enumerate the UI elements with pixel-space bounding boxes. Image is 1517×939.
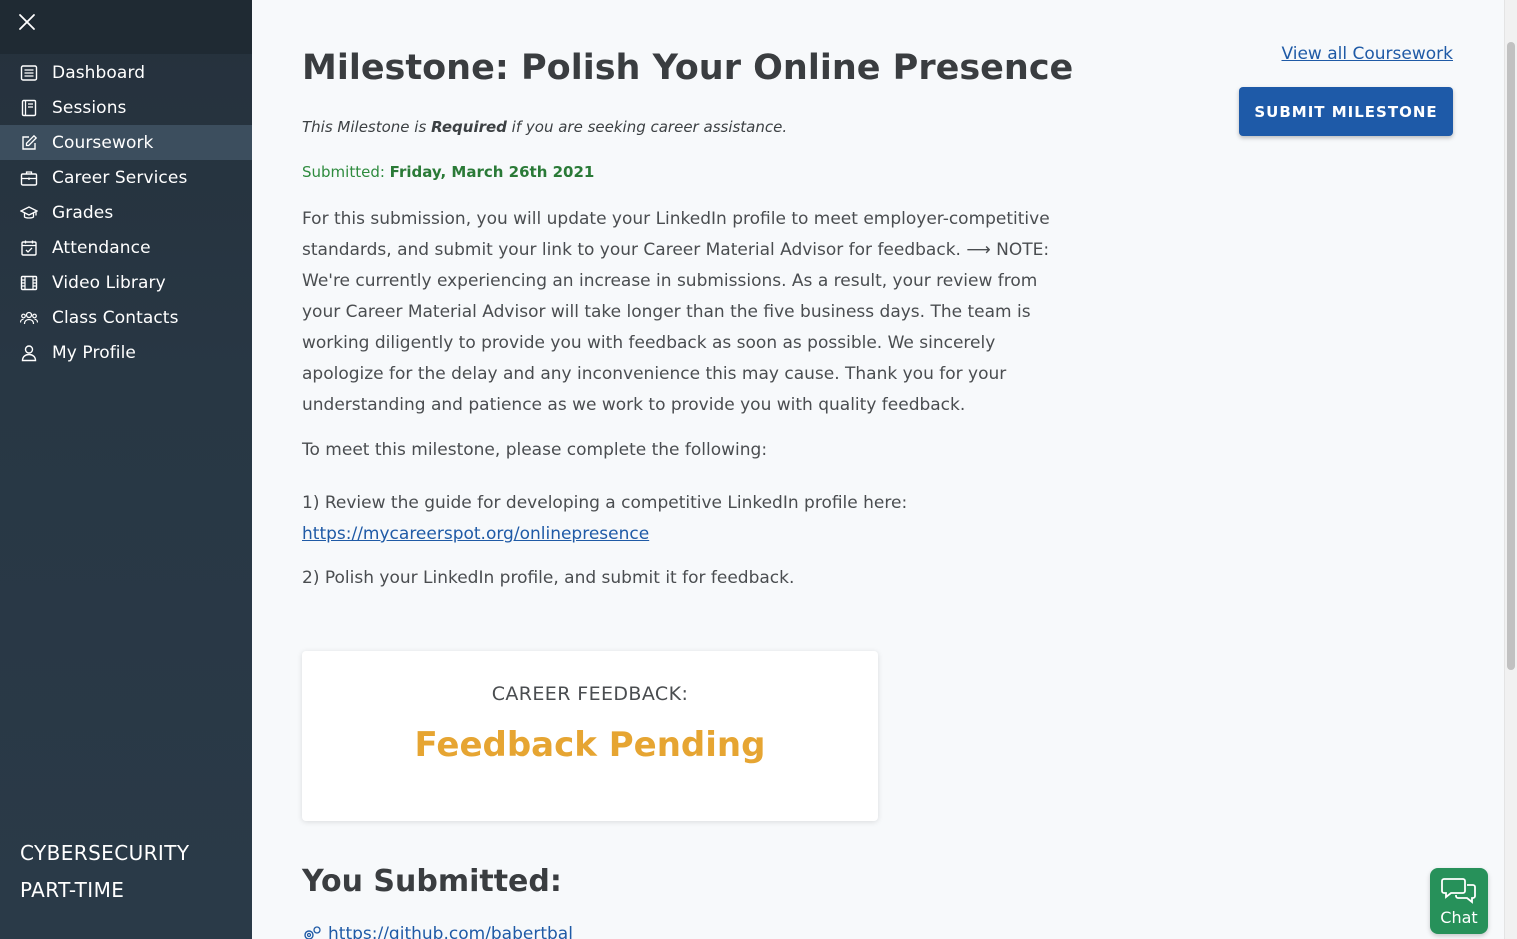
required-bold: Required — [431, 118, 507, 136]
sidebar-item-label: Video Library — [52, 272, 166, 293]
page-title: Milestone: Polish Your Online Presence — [302, 48, 1074, 88]
sidebar-item-label: Dashboard — [52, 62, 146, 83]
sidebar-item-grades[interactable]: Grades — [0, 195, 252, 230]
sidebar-nav: Dashboard Sessions Coursework Career Ser… — [0, 55, 252, 370]
instruction-step-2: 2) Polish your LinkedIn profile, and sub… — [302, 568, 795, 588]
user-icon — [20, 344, 38, 362]
instruction-step-1: 1) Review the guide for developing a com… — [302, 488, 907, 550]
submitted-link[interactable]: https://github.com/babertbal — [302, 924, 573, 939]
film-icon — [20, 274, 38, 292]
submit-milestone-button[interactable]: SUBMIT MILESTONE — [1239, 87, 1453, 136]
main-content: Milestone: Polish Your Online Presence V… — [252, 0, 1504, 939]
sidebar-item-label: Grades — [52, 202, 114, 223]
sidebar-item-label: Class Contacts — [52, 307, 179, 328]
link-settings-icon — [304, 926, 321, 939]
sidebar-item-label: My Profile — [52, 342, 136, 363]
program-line-1: CYBERSECURITY — [20, 841, 190, 865]
briefcase-icon — [20, 169, 38, 187]
submitted-label: Submitted: — [302, 163, 390, 181]
required-pre: This Milestone is — [302, 118, 432, 136]
feedback-status: Feedback Pending — [414, 725, 766, 765]
milestone-description: For this submission, you will update you… — [302, 209, 1050, 415]
close-icon[interactable] — [16, 11, 38, 33]
chat-bubbles-icon — [1441, 878, 1476, 904]
book-icon — [20, 99, 38, 117]
chat-button[interactable]: Chat — [1430, 868, 1488, 934]
submitted-link-text: https://github.com/babertbal — [328, 924, 573, 939]
scrollbar-thumb[interactable] — [1507, 42, 1515, 670]
sidebar-header — [0, 0, 252, 54]
view-all-coursework-link[interactable]: View all Coursework — [1281, 44, 1453, 64]
program-name: CYBERSECURITY PART-TIME — [20, 835, 189, 909]
graduation-cap-icon — [20, 204, 38, 222]
sidebar-item-my-profile[interactable]: My Profile — [0, 335, 252, 370]
sidebar-item-label: Attendance — [52, 237, 151, 258]
program-line-2: PART-TIME — [20, 878, 125, 902]
users-icon — [20, 309, 38, 327]
list-icon — [20, 64, 38, 82]
sidebar: Dashboard Sessions Coursework Career Ser… — [0, 0, 252, 939]
sidebar-item-video-library[interactable]: Video Library — [0, 265, 252, 300]
sidebar-item-label: Sessions — [52, 97, 127, 118]
page-scrollbar[interactable] — [1504, 0, 1517, 939]
step-1-text: 1) Review the guide for developing a com… — [302, 493, 908, 513]
sidebar-item-label: Career Services — [52, 167, 188, 188]
sidebar-item-dashboard[interactable]: Dashboard — [0, 55, 252, 90]
calendar-check-icon — [20, 239, 38, 257]
instructions-intro: To meet this milestone, please complete … — [302, 440, 768, 460]
sidebar-item-sessions[interactable]: Sessions — [0, 90, 252, 125]
sidebar-item-class-contacts[interactable]: Class Contacts — [0, 300, 252, 335]
you-submitted-heading: You Submitted: — [302, 864, 562, 899]
required-post: if you are seeking career assistance. — [506, 118, 788, 136]
required-notice: This Milestone is Required if you are se… — [302, 118, 787, 136]
sidebar-item-career-services[interactable]: Career Services — [0, 160, 252, 195]
online-presence-guide-link[interactable]: https://mycareerspot.org/onlinepresence — [302, 524, 649, 544]
sidebar-item-attendance[interactable]: Attendance — [0, 230, 252, 265]
submitted-date: Submitted: Friday, March 26th 2021 — [302, 163, 594, 181]
chat-label: Chat — [1440, 908, 1478, 927]
sidebar-item-coursework[interactable]: Coursework — [0, 125, 252, 160]
submitted-date-value: Friday, March 26th 2021 — [389, 163, 595, 181]
edit-icon — [20, 134, 38, 152]
feedback-label: CAREER FEEDBACK: — [491, 683, 689, 705]
sidebar-item-label: Coursework — [52, 132, 154, 153]
career-feedback-card: CAREER FEEDBACK: Feedback Pending — [302, 651, 878, 821]
